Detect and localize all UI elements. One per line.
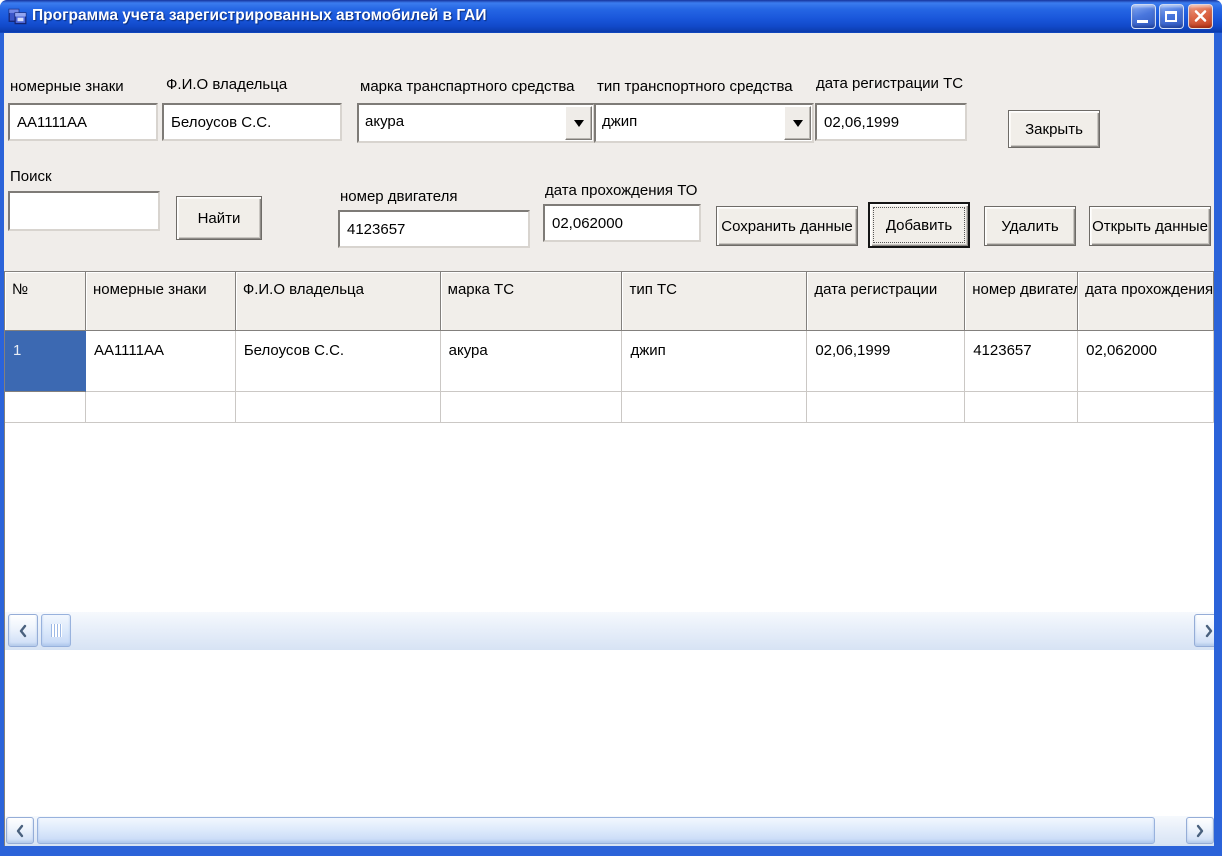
column-header-brand[interactable]: марка ТС — [440, 272, 623, 331]
application-window: Программа учета зарегистрированных автом… — [0, 0, 1222, 856]
minimize-icon — [1137, 20, 1148, 23]
column-header-reg-date[interactable]: дата регистрации — [807, 272, 966, 331]
owner-label: Ф.И.О владельца — [166, 76, 288, 93]
table-cell-inspection[interactable]: 02,062000 — [1078, 331, 1214, 392]
owner-input[interactable] — [162, 103, 342, 141]
vehicle-type-combobox[interactable]: джип — [594, 103, 814, 143]
engine-label: номер двигателя — [340, 188, 458, 205]
search-input[interactable] — [8, 191, 160, 231]
reg-date-label: дата регистрации ТС — [816, 75, 964, 92]
table-cell-type[interactable]: джип — [622, 331, 808, 392]
open-button[interactable]: Открыть данные — [1089, 206, 1211, 246]
table-cell-reg-date[interactable]: 02,06,1999 — [807, 331, 966, 392]
column-header-number[interactable]: № — [5, 272, 86, 331]
brand-combobox-value: акура — [365, 113, 405, 130]
table-cell-brand[interactable]: акура — [440, 331, 623, 392]
thumb-grip-icon — [50, 624, 62, 637]
delete-button[interactable]: Удалить — [984, 206, 1076, 246]
vehicle-type-dropdown-button[interactable] — [784, 106, 811, 140]
minimize-button[interactable] — [1131, 4, 1156, 29]
lower-panel — [4, 650, 1214, 816]
table-cell-plates[interactable]: AA1111AA — [85, 331, 236, 392]
column-header-plates[interactable]: номерные знаки — [85, 272, 236, 331]
table-cell-empty[interactable] — [235, 392, 441, 423]
table-cell-empty[interactable] — [622, 392, 808, 423]
table-cell-empty[interactable] — [965, 392, 1079, 423]
plates-label: номерные знаки — [10, 78, 124, 95]
column-header-inspection[interactable]: дата прохождения Т — [1078, 272, 1214, 331]
maximize-icon — [1165, 11, 1177, 22]
engine-input[interactable] — [338, 210, 530, 248]
table-cell-engine[interactable]: 4123657 — [965, 331, 1079, 392]
app-icon — [8, 8, 27, 25]
chevron-right-icon — [1205, 624, 1213, 637]
chevron-down-icon — [792, 120, 803, 132]
vehicle-type-combobox-value: джип — [602, 113, 638, 130]
brand-label: марка транспартного средства — [360, 78, 575, 95]
close-button[interactable] — [1188, 4, 1213, 29]
scroll-right-button[interactable] — [1186, 817, 1214, 844]
table-cell-empty[interactable] — [5, 392, 86, 423]
form-panel: номерные знаки Ф.И.О владельца марка тра… — [4, 33, 1214, 846]
vehicle-type-label: тип транспортного средства — [597, 78, 793, 95]
column-header-type[interactable]: тип ТС — [622, 272, 808, 331]
column-header-owner[interactable]: Ф.И.О владельца — [235, 272, 441, 331]
chevron-left-icon — [16, 824, 24, 837]
scroll-thumb[interactable] — [41, 614, 71, 647]
table-cell-empty[interactable] — [85, 392, 236, 423]
brand-dropdown-button[interactable] — [565, 106, 592, 140]
grid-hscrollbar[interactable] — [4, 612, 1214, 650]
row-number-cell-selected[interactable]: 1 — [5, 331, 86, 392]
form-hscrollbar[interactable] — [4, 816, 1214, 846]
scroll-thumb[interactable] — [37, 817, 1155, 844]
data-grid: № номерные знаки Ф.И.О владельца марка Т… — [4, 271, 1214, 612]
scroll-left-button[interactable] — [8, 614, 38, 647]
scroll-right-button[interactable] — [1194, 614, 1214, 647]
search-label: Поиск — [10, 168, 52, 185]
close-icon — [1194, 10, 1207, 22]
save-button[interactable]: Сохранить данные — [716, 206, 858, 246]
chevron-right-icon — [1196, 824, 1204, 837]
inspection-date-input[interactable] — [543, 204, 701, 242]
window-title: Программа учета зарегистрированных автом… — [32, 7, 487, 24]
table-row-empty[interactable] — [5, 392, 1214, 423]
plates-input[interactable] — [8, 103, 158, 141]
chevron-down-icon — [573, 120, 584, 132]
table-cell-empty[interactable] — [1078, 392, 1214, 423]
reg-date-input[interactable] — [815, 103, 967, 141]
maximize-button[interactable] — [1159, 4, 1184, 29]
brand-combobox[interactable]: акура — [357, 103, 595, 143]
find-button[interactable]: Найти — [176, 196, 262, 240]
scroll-left-button[interactable] — [6, 817, 34, 844]
table-row[interactable]: 1 AA1111AA Белоусов С.С. акура джип 02,0… — [5, 331, 1214, 392]
column-header-engine[interactable]: номер двигателя — [965, 272, 1079, 331]
add-button[interactable]: Добавить — [868, 202, 970, 248]
close-form-button[interactable]: Закрыть — [1008, 110, 1100, 148]
table-cell-owner[interactable]: Белоусов С.С. — [235, 331, 441, 392]
grid-header-row: № номерные знаки Ф.И.О владельца марка Т… — [5, 272, 1214, 331]
inspection-date-label: дата прохождения ТО — [545, 182, 698, 199]
table-cell-empty[interactable] — [440, 392, 623, 423]
chevron-left-icon — [19, 624, 27, 637]
table-cell-empty[interactable] — [807, 392, 966, 423]
titlebar[interactable]: Программа учета зарегистрированных автом… — [0, 0, 1222, 33]
